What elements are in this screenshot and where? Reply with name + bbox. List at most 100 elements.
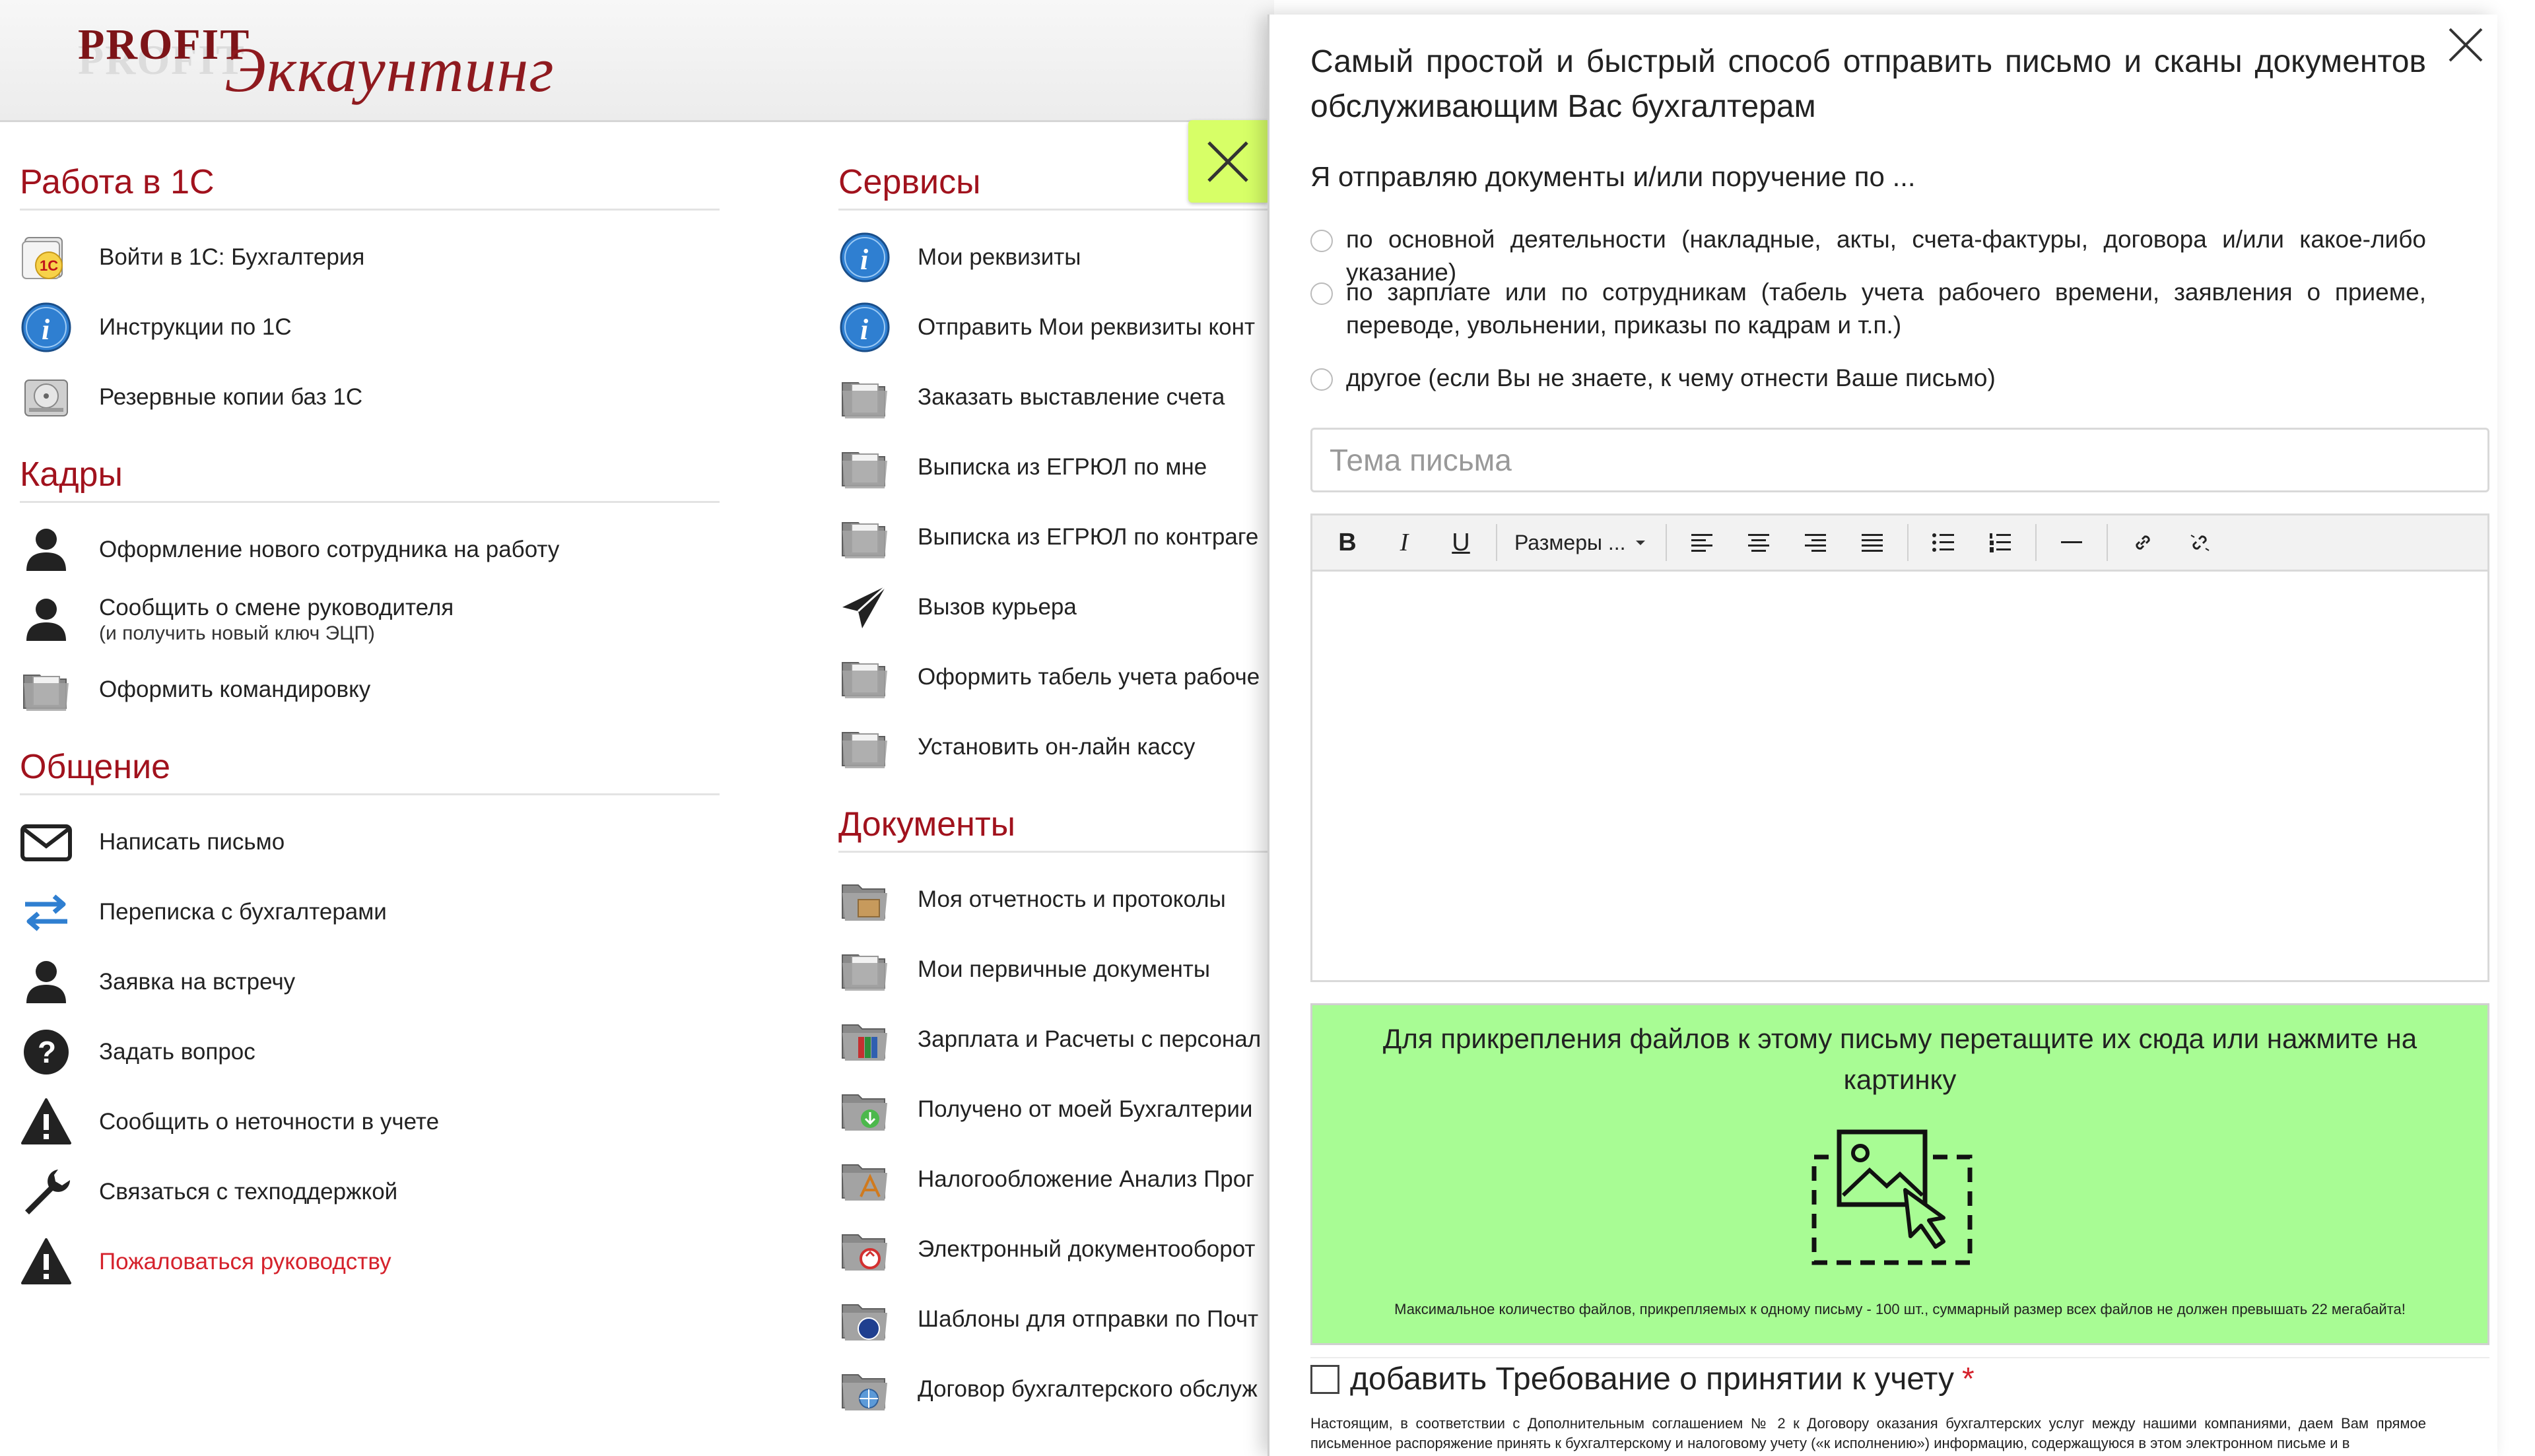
left-section: Общение Написать письмо Переписка с бухгал…	[20, 743, 720, 1297]
menu-item-label: Переписка с бухгалтерами	[99, 899, 387, 925]
menu-item[interactable]: Оформить табель учета рабоче	[838, 642, 1268, 712]
menu-item-text: Резервные копии баз 1С	[99, 384, 362, 411]
panel-close-button[interactable]	[2446, 25, 2485, 65]
message-body-field[interactable]	[1312, 572, 2487, 982]
svg-text:i: i	[860, 314, 869, 346]
horizontal-rule-button[interactable]	[2043, 515, 2100, 570]
menu-item[interactable]: i Мои реквизиты	[838, 222, 1268, 292]
menu-item[interactable]: Зарплата и Расчеты с персонал	[838, 1005, 1268, 1075]
menu-item[interactable]: Сообщить о неточности в учете	[20, 1087, 720, 1157]
accept-requirement-label: добавить Требование о принятии к учету	[1350, 1362, 1955, 1397]
person-icon	[20, 593, 73, 646]
menu-item[interactable]: Резервные копии баз 1С	[20, 362, 720, 432]
numbered-list-button[interactable]	[1972, 515, 2029, 570]
align-justify-button[interactable]	[1844, 515, 1901, 570]
menu-item[interactable]: Получено от моей Бухгалтерии	[838, 1075, 1268, 1144]
menu-item-label: Оформление нового сотрудника на работу	[99, 537, 560, 562]
menu-item[interactable]: 1С Войти в 1С: Бухгалтерия	[20, 222, 720, 292]
logo[interactable]: PROFIT PROFIT Эккаунтинг	[78, 13, 554, 112]
menu-item-text: Написать письмо	[99, 829, 285, 855]
close-panel-tab[interactable]	[1188, 120, 1268, 203]
menu-item-label: Отправить Мои реквизиты конт	[918, 314, 1255, 340]
menu-item[interactable]: Моя отчетность и протоколы	[838, 865, 1268, 935]
menu-item-label: Сообщить о неточности в учете	[99, 1109, 440, 1135]
menu-item-label: Резервные копии баз 1С	[99, 384, 363, 410]
horizontal-rule-icon	[2060, 541, 2082, 543]
menu-item[interactable]: Написать письмо	[20, 807, 720, 877]
required-mark: *	[1962, 1362, 1975, 1397]
menu-item[interactable]: Заявка на встречу	[20, 947, 720, 1017]
close-icon	[1207, 141, 1248, 182]
align-right-button[interactable]	[1787, 515, 1844, 570]
menu-item-sublabel: (и получить новый ключ ЭЦП)	[99, 622, 375, 644]
menu-item[interactable]: Переписка с бухгалтерами	[20, 877, 720, 947]
align-right-icon	[1804, 534, 1826, 552]
menu-item[interactable]: Договор бухгалтерского обслуж	[838, 1354, 1268, 1424]
dropzone-limit-note: Максимальное количество файлов, прикрепл…	[1394, 1301, 2406, 1317]
folder-books-icon	[838, 1013, 891, 1066]
accept-requirement-checkbox[interactable]: добавить Требование о принятии к учету *	[1310, 1361, 1975, 1397]
menu-item[interactable]: Шаблоны для отправки по Почт	[838, 1284, 1268, 1354]
radio-button[interactable]	[1310, 282, 1333, 305]
menu-item[interactable]: Оформление нового сотрудника на работу	[20, 515, 720, 585]
menu-item[interactable]: Пожаловаться руководству	[20, 1227, 720, 1297]
italic-button[interactable]: I	[1376, 515, 1433, 570]
menu-item[interactable]: Оформить командировку	[20, 655, 720, 725]
menu-item[interactable]: Связаться с техподдержкой	[20, 1157, 720, 1227]
1c-icon: 1С	[20, 231, 73, 284]
remove-link-button[interactable]	[2171, 515, 2228, 570]
file-dropzone[interactable]: Для прикрепления файлов к этому письму п…	[1310, 1003, 2489, 1345]
menu-item[interactable]: Электронный документооборот	[838, 1214, 1268, 1284]
menu-item-label: Пожаловаться руководству	[99, 1249, 391, 1274]
image-upload-icon[interactable]	[1806, 1124, 1978, 1269]
menu-item-label: Войти в 1С: Бухгалтерия	[99, 244, 365, 270]
underline-button[interactable]: U	[1433, 515, 1489, 570]
menu-item[interactable]: Заказать выставление счета	[838, 362, 1268, 432]
menu-item-text: Получено от моей Бухгалтерии	[918, 1096, 1252, 1123]
menu-item-text: Выписка из ЕГРЮЛ по мне	[918, 454, 1207, 480]
menu-item[interactable]: Мои первичные документы	[838, 935, 1268, 1005]
checkbox[interactable]	[1310, 1364, 1339, 1394]
insert-link-button[interactable]	[2114, 515, 2171, 570]
menu-item[interactable]: Налогообложение Анализ Прог	[838, 1144, 1268, 1214]
left-column: Работа в 1С 1С Войти в 1С: Бухгалтерия i Инс…	[20, 158, 720, 1315]
middle-column: Сервисы i Мои реквизиты i Отправить Мои рекв…	[838, 158, 1268, 1456]
radio-button[interactable]	[1310, 368, 1333, 391]
folder-app-icon	[838, 1153, 891, 1206]
menu-item[interactable]: Вызов курьера	[838, 572, 1268, 642]
logo-script: Эккаунтинг	[224, 34, 555, 105]
radio-button[interactable]	[1310, 230, 1333, 252]
info-icon: i	[838, 231, 891, 284]
menu-item-label: Инструкции по 1С	[99, 314, 292, 340]
wrench-icon	[20, 1166, 73, 1218]
option-salary[interactable]: по зарплате или по сотрудникам (табель у…	[1310, 276, 2426, 342]
menu-item-text: Отправить Мои реквизиты конт	[918, 314, 1255, 341]
menu-item-label: Налогообложение Анализ Прог	[918, 1166, 1254, 1192]
svg-text:i: i	[860, 244, 869, 276]
align-center-button[interactable]	[1730, 515, 1787, 570]
caret-down-icon	[1635, 541, 1645, 545]
toolbar-divider	[2035, 524, 2037, 561]
menu-item[interactable]: Установить он-лайн кассу	[838, 712, 1268, 782]
link-icon	[2135, 535, 2150, 550]
menu-item-label: Выписка из ЕГРЮЛ по мне	[918, 454, 1207, 480]
font-size-label: Размеры ...	[1514, 530, 1626, 554]
menu-item[interactable]: i Отправить Мои реквизиты конт	[838, 292, 1268, 362]
menu-item[interactable]: i Инструкции по 1С	[20, 292, 720, 362]
bullet-list-button[interactable]	[1915, 515, 1972, 570]
menu-item-label: Мои первичные документы	[918, 956, 1210, 982]
menu-item[interactable]: Сообщить о смене руководителя (и получить…	[20, 585, 720, 655]
menu-item-text: Оформление нового сотрудника на работу	[99, 537, 559, 563]
menu-item[interactable]: Выписка из ЕГРЮЛ по контраге	[838, 502, 1268, 572]
section-title: Общение	[20, 743, 720, 795]
menu-item-text: Связаться с техподдержкой	[99, 1179, 397, 1205]
align-left-button[interactable]	[1673, 515, 1730, 570]
font-size-select[interactable]: Размеры ...	[1504, 515, 1659, 570]
person-icon	[20, 956, 73, 1009]
bold-button[interactable]: B	[1319, 515, 1376, 570]
subject-input[interactable]	[1310, 428, 2489, 492]
menu-item[interactable]: ? Задать вопрос	[20, 1017, 720, 1087]
option-other[interactable]: другое (если Вы не знаете, к чему отнест…	[1310, 362, 2426, 395]
menu-item-label: Получено от моей Бухгалтерии	[918, 1096, 1253, 1122]
menu-item[interactable]: Выписка из ЕГРЮЛ по мне	[838, 432, 1268, 502]
